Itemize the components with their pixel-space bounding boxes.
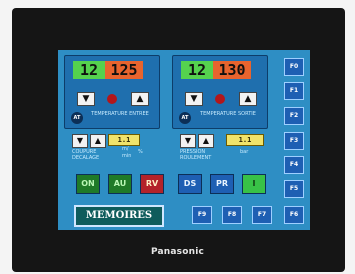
- up-arrow-icon[interactable]: ▲: [239, 92, 257, 106]
- hmi-screen: 12 125 ▼ ▲ AT TEMPERATURE ENTREE 12 130 …: [58, 50, 310, 230]
- ds-button[interactable]: DS: [178, 174, 202, 194]
- f2-key[interactable]: F2: [284, 107, 304, 125]
- f8-key[interactable]: F8: [222, 206, 242, 224]
- temperature-sortie-label: TEMPERATURE SORTIE: [200, 111, 256, 117]
- brand-logo: Panasonic: [150, 247, 205, 257]
- unit-suffix-label: %: [138, 149, 143, 155]
- up-arrow-icon[interactable]: ▲: [90, 134, 106, 148]
- indicator-lamp-icon: [107, 94, 117, 104]
- on-button[interactable]: ON: [76, 174, 100, 194]
- temperature-sortie-panel: 12 130 ▼ ▲ AT TEMPERATURE SORTIE: [172, 55, 268, 129]
- down-arrow-icon[interactable]: ▼: [72, 134, 88, 148]
- unit-top-label: m/: [122, 146, 129, 152]
- actual-temp-display-left: 125: [105, 61, 143, 79]
- coupure-decalage-label: COUPURE DECALAGE: [72, 149, 100, 161]
- pr-button[interactable]: PR: [210, 174, 234, 194]
- f7-key[interactable]: F7: [252, 206, 272, 224]
- pression-roulement-label: PRESSION ROULEMENT: [180, 149, 212, 161]
- up-arrow-icon[interactable]: ▲: [198, 134, 214, 148]
- f0-key[interactable]: F0: [284, 58, 304, 76]
- down-arrow-icon[interactable]: ▼: [185, 92, 203, 106]
- setpoint-display-right: 12: [181, 61, 213, 79]
- memoires-button[interactable]: MEMOIRES: [74, 205, 164, 227]
- rv-button[interactable]: RV: [140, 174, 164, 194]
- actual-temp-display-right: 130: [213, 61, 251, 79]
- bar-unit-label: bar: [240, 149, 249, 155]
- f5-key[interactable]: F5: [284, 180, 304, 198]
- f9-key[interactable]: F9: [192, 206, 212, 224]
- at-button-right[interactable]: AT: [179, 112, 191, 124]
- temperature-entree-panel: 12 125 ▼ ▲ AT TEMPERATURE ENTREE: [64, 55, 160, 129]
- down-arrow-icon[interactable]: ▼: [180, 134, 196, 148]
- setpoint-display-left: 12: [73, 61, 105, 79]
- temperature-entree-label: TEMPERATURE ENTREE: [91, 111, 149, 117]
- pression-value-display: 1.1: [226, 134, 264, 146]
- up-arrow-icon[interactable]: ▲: [131, 92, 149, 106]
- f4-key[interactable]: F4: [284, 156, 304, 174]
- coupure-value-display: 1.1: [108, 134, 140, 146]
- unit-bottom-label: min: [122, 153, 132, 159]
- f6-key[interactable]: F6: [284, 206, 304, 224]
- indicator-lamp-icon: [215, 94, 225, 104]
- down-arrow-icon[interactable]: ▼: [77, 92, 95, 106]
- i-button[interactable]: I: [242, 174, 266, 194]
- au-button[interactable]: AU: [108, 174, 132, 194]
- f1-key[interactable]: F1: [284, 82, 304, 100]
- at-button-left[interactable]: AT: [71, 112, 83, 124]
- f3-key[interactable]: F3: [284, 132, 304, 150]
